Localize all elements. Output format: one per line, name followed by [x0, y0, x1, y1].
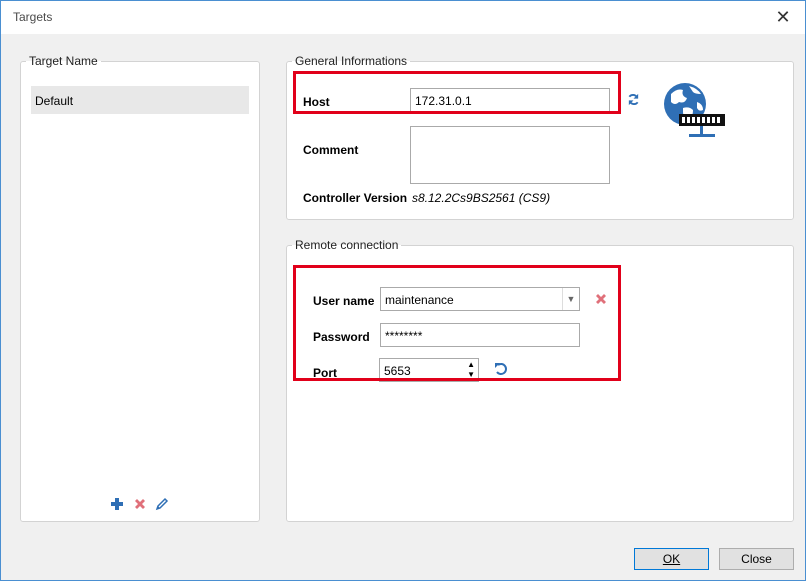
window-title: Targets [13, 10, 53, 24]
add-target-icon[interactable] [111, 498, 123, 513]
controller-version-value: s8.12.2Cs9BS2561 (CS9) [412, 191, 551, 205]
refresh-icon[interactable] [627, 93, 640, 109]
edit-target-icon[interactable] [155, 497, 169, 514]
comment-field[interactable] [410, 126, 610, 184]
target-name-group: Target Name Default [20, 54, 260, 522]
ok-button-label: OK [662, 552, 681, 566]
comment-label: Comment [303, 143, 359, 157]
ok-button[interactable]: OK [634, 548, 709, 570]
dialog-footer: OK Close [1, 536, 805, 580]
host-highlight-box [293, 71, 621, 114]
delete-target-icon[interactable] [134, 498, 146, 513]
target-name-legend: Target Name [29, 54, 98, 68]
target-list-item-label: Default [35, 94, 74, 108]
title-bar: Targets ✕ [1, 1, 805, 33]
target-list-item[interactable]: Default [31, 86, 249, 114]
controller-version-label: Controller Version [303, 191, 408, 205]
network-globe-icon [661, 80, 727, 149]
dialog-content: Target Name Default General Informations… [1, 34, 805, 536]
close-window-button[interactable]: ✕ [771, 5, 795, 29]
remote-highlight-box [293, 265, 621, 381]
general-informations-legend: General Informations [295, 54, 408, 68]
close-button[interactable]: Close [719, 548, 794, 570]
targets-dialog: Targets ✕ Target Name Default General In… [0, 0, 806, 581]
remote-connection-legend: Remote connection [295, 238, 399, 252]
